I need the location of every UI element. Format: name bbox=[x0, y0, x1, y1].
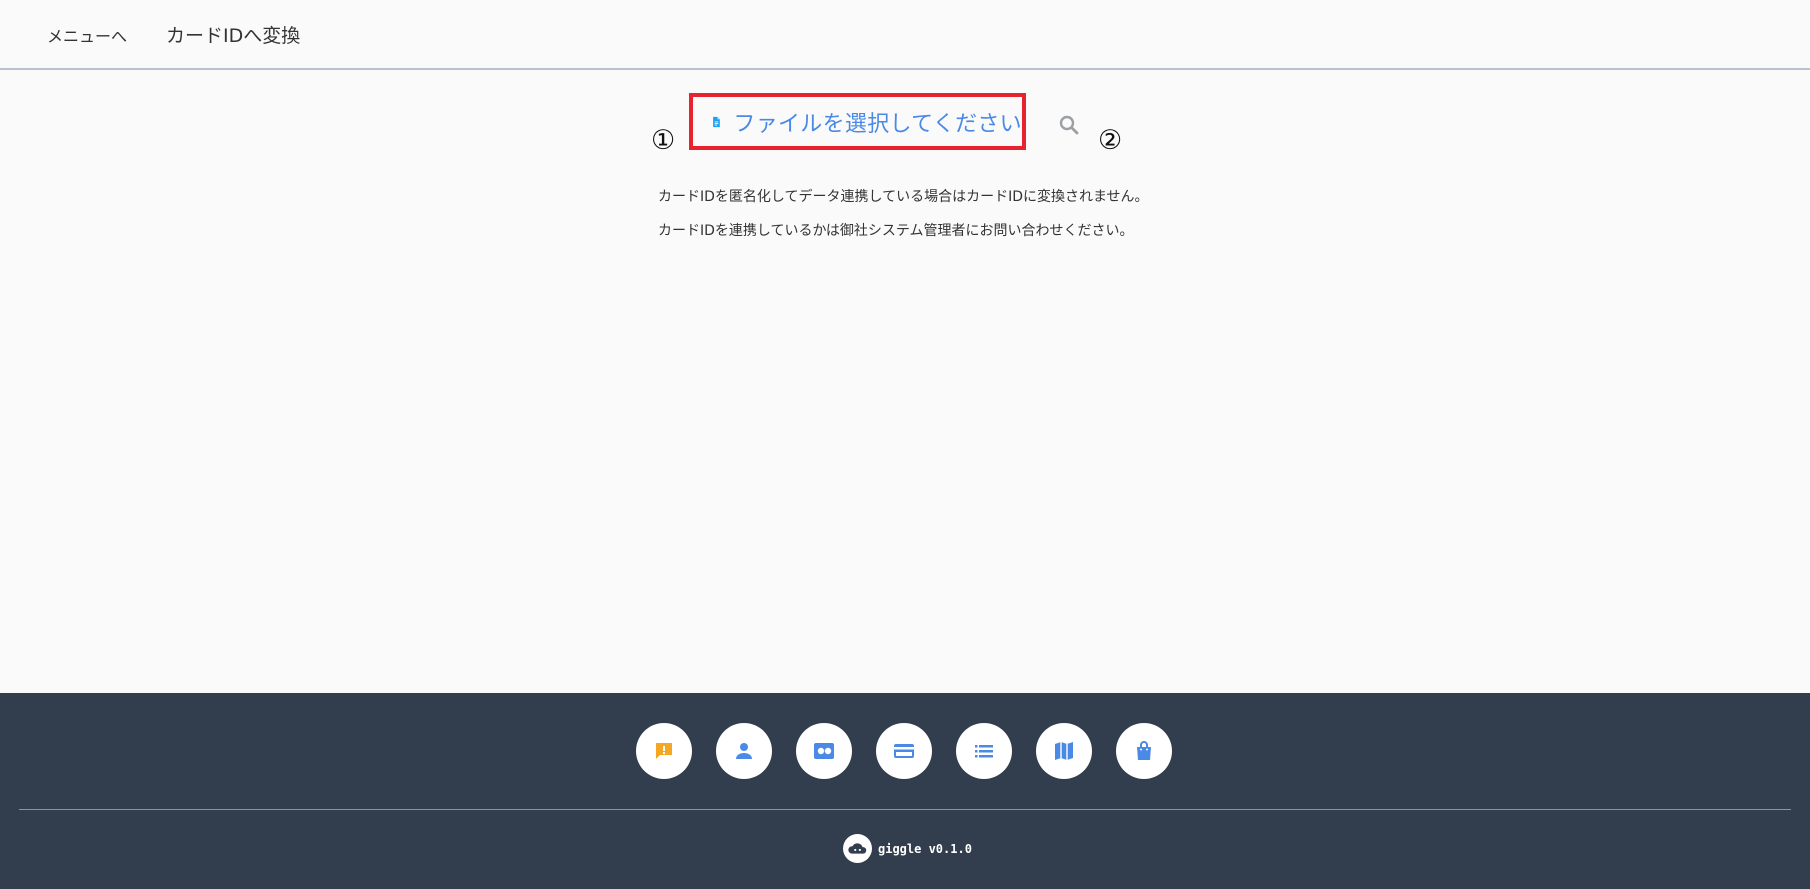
file-select-label: ファイルを選択してください bbox=[733, 111, 1022, 137]
shopping-bag-icon bbox=[1137, 741, 1151, 760]
step-marker-1: ① bbox=[651, 125, 676, 156]
file-select-button[interactable]: ファイルを選択してください bbox=[689, 93, 1026, 150]
footer: giggle v0.1.0 bbox=[0, 693, 1810, 889]
brand: giggle v0.1.0 bbox=[843, 834, 972, 863]
feedback-button[interactable] bbox=[636, 723, 692, 779]
search-icon[interactable] bbox=[1057, 113, 1081, 137]
note-text: カードIDを匿名化してデータ連携している場合はカードIDに変換されません。 bbox=[658, 189, 1149, 205]
person-button[interactable] bbox=[716, 723, 772, 779]
header: メニューへ カードIDへ変換 bbox=[0, 0, 1810, 70]
person-icon bbox=[736, 743, 752, 759]
app-root: メニューへ カードIDへ変換 ファイルを選択してください ① ② カードIDを匿… bbox=[0, 0, 1810, 889]
note-text: カードIDを連携しているかは御社システム管理者にお問い合わせください。 bbox=[658, 223, 1134, 239]
step-marker-2: ② bbox=[1098, 125, 1123, 156]
brand-version: giggle v0.1.0 bbox=[878, 841, 972, 856]
notes: カードIDを匿名化してデータ連携している場合はカードIDに変換されません。 カー… bbox=[658, 187, 1149, 255]
menu-back-link[interactable]: メニューへ bbox=[47, 23, 127, 47]
map-button[interactable] bbox=[1036, 723, 1092, 779]
cloud-logo-icon bbox=[847, 842, 866, 854]
shopping-bag-button[interactable] bbox=[1116, 723, 1172, 779]
feedback-icon bbox=[656, 743, 672, 759]
list-icon bbox=[975, 745, 993, 758]
map-icon bbox=[1055, 742, 1073, 760]
footer-nav bbox=[636, 723, 1172, 779]
footer-divider bbox=[19, 809, 1791, 810]
brand-logo bbox=[843, 834, 872, 863]
credit-card-button[interactable] bbox=[876, 723, 932, 779]
list-button[interactable] bbox=[956, 723, 1012, 779]
page-title: カードIDへ変換 bbox=[166, 25, 301, 47]
credit-card-icon bbox=[894, 744, 914, 758]
id-card-icon bbox=[814, 743, 834, 759]
file-icon bbox=[713, 116, 720, 127]
id-card-button[interactable] bbox=[796, 723, 852, 779]
